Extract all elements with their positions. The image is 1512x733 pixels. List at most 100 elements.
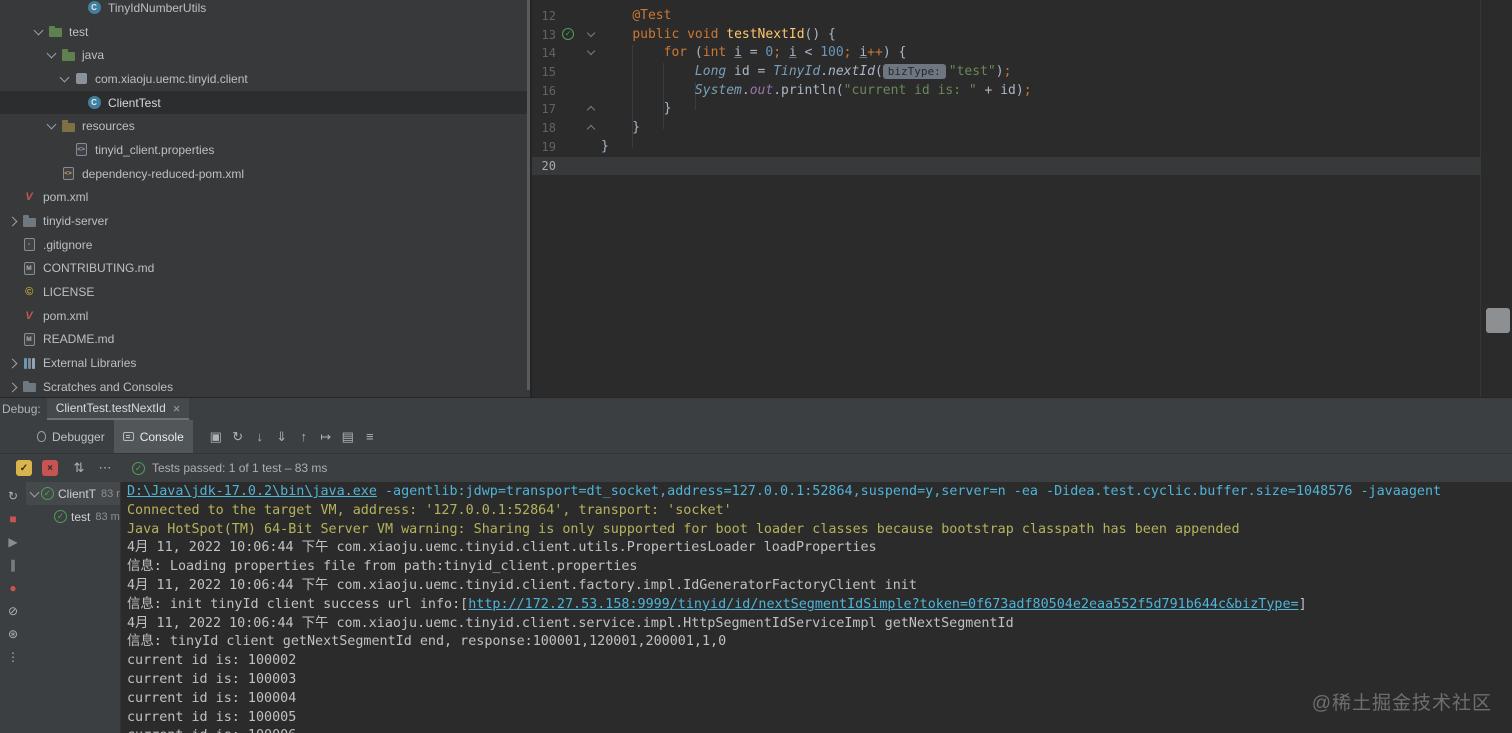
chevron-down-icon[interactable] [45, 48, 59, 62]
test-result-test[interactable]: ✓ test 83 ms [26, 505, 120, 528]
scroll-up-icon[interactable]: ↑ [293, 429, 315, 444]
fold-up-icon[interactable] [586, 104, 596, 114]
tree-item-tinyidnumberutils[interactable]: C TinyIdNumberUtils [0, 0, 530, 20]
stop-icon[interactable]: ■ [9, 509, 16, 532]
view-breakpoints-icon[interactable]: ● [9, 578, 16, 601]
chevron-right-icon[interactable] [6, 214, 20, 228]
test-result-clientt[interactable]: ✓ ClientT 83 ms [26, 482, 120, 505]
goto-icon[interactable]: ↦ [315, 429, 337, 445]
fold-down-icon[interactable] [586, 30, 596, 40]
show-passed-icon[interactable]: ✓ [16, 460, 32, 476]
tree-item-external-libraries[interactable]: External Libraries [0, 351, 530, 375]
tree-item-pom-xml[interactable]: Vpom.xml [0, 186, 530, 210]
test-passed-icon: ✓ [54, 510, 67, 523]
editor-line-17[interactable]: 17 } [532, 100, 1512, 119]
console-text: 4月 11, 2022 10:06:44 下午 com.xiaoju.uemc.… [127, 615, 1014, 631]
tree-item-dependency-reduced-pom-xml[interactable]: <> dependency-reduced-pom.xml [0, 162, 530, 186]
mute-breakpoints-icon[interactable]: ⊘ [8, 601, 18, 624]
code-text: System.out.println("current id is: " + i… [694, 82, 1032, 98]
console-line: 4月 11, 2022 10:06:44 下午 com.xiaoju.uemc.… [127, 539, 1512, 558]
chevron-down-icon[interactable] [58, 72, 72, 86]
editor-line-20[interactable]: 20 [532, 156, 1481, 176]
project-scrollbar[interactable] [527, 0, 530, 390]
pin-icon[interactable]: ⋮ [7, 647, 19, 670]
editor-lines: 12 @Test 13 ✓ public void testNextId() {14… [532, 7, 1512, 176]
console-line: Java HotSpot(TM) 64-Bit Server VM warnin… [127, 521, 1512, 540]
folder-source-icon [59, 47, 77, 63]
line-number: 12 [541, 9, 556, 23]
tree-item-label: pom.xml [43, 190, 89, 205]
tree-item-clienttest[interactable]: C ClientTest [0, 90, 530, 115]
console-text: current id is: 100004 [127, 690, 297, 706]
scroll-down-icon[interactable]: ↓ [249, 429, 271, 444]
soft-wrap-icon[interactable]: ▣ [205, 429, 227, 445]
resume-icon[interactable]: ▶ [8, 532, 17, 555]
pause-icon[interactable]: ∥ [10, 555, 16, 578]
chevron-down-icon[interactable] [28, 487, 41, 501]
editor-line-15[interactable]: 15 Long id = TinyId.nextId(bizType: "test… [532, 63, 1512, 82]
gutter-marks [556, 100, 601, 119]
tree-item-com-xiaoju-uemc-tinyid-client[interactable]: com.xiaoju.uemc.tinyid.client [0, 67, 530, 91]
tree-item-pom-xml[interactable]: Vpom.xml [0, 304, 530, 328]
chevron-down-icon[interactable] [32, 25, 46, 39]
chevron-down-icon[interactable] [45, 119, 59, 133]
test-passed-gutter-icon[interactable]: ✓ [562, 28, 574, 41]
tree-item-label: .gitignore [43, 237, 93, 252]
debug-window-label: Debug: [2, 402, 41, 416]
tree-item-scratches-and-consoles[interactable]: Scratches and Consoles [0, 375, 530, 397]
editor-line-13[interactable]: 13 ✓ public void testNextId() { [532, 26, 1512, 45]
editor-line-19[interactable]: 19} [532, 138, 1512, 157]
editor-line-18[interactable]: 18 } [532, 119, 1512, 138]
code-text: } [601, 101, 672, 117]
fold-down-icon[interactable] [586, 48, 596, 58]
tree-item-resources[interactable]: resources [0, 114, 530, 138]
tree-item-tinyid-client-properties[interactable]: <> tinyid_client.properties [0, 138, 530, 162]
scroll-to-end-icon[interactable]: ⇓ [271, 429, 293, 445]
editor-panel[interactable]: 12 @Test 13 ✓ public void testNextId() {14… [532, 0, 1512, 397]
line-number: 20 [541, 158, 556, 173]
rerun-icon[interactable]: ↻ [227, 429, 249, 445]
tree-item-label: tinyid-server [43, 214, 109, 229]
tree-item-test[interactable]: test [0, 20, 530, 44]
fold-up-icon[interactable] [586, 123, 596, 133]
console-link[interactable]: http://172.27.53.158:9999/tinyid/id/next… [468, 597, 1298, 612]
editor-scrollbar-thumb[interactable] [1486, 308, 1510, 333]
sort-alphabetically-icon[interactable]: ⇅ [68, 460, 90, 476]
debug-session-tab[interactable]: ClientTest.testNextId × [46, 398, 190, 420]
console-line: 信息: tinyId client getNextSegmentId end, … [127, 633, 1512, 652]
console-text: ] [1298, 596, 1307, 612]
show-failed-icon[interactable]: × [42, 460, 58, 476]
tree-item-label: External Libraries [43, 356, 137, 371]
project-tree: C TinyIdNumberUtils test java com.xiaoju.uem… [0, 0, 530, 397]
tree-item-gitignore[interactable]: • .gitignore [0, 233, 530, 257]
debug-tool-window: Debug: ClientTest.testNextId × Debugger C… [0, 397, 1512, 733]
editor-line-16[interactable]: 16 System.out.println("current id is: " … [532, 82, 1512, 101]
tree-item-tinyid-server[interactable]: tinyid-server [0, 209, 530, 233]
console-output[interactable]: D:\Java\jdk-17.0.2\bin\java.exe -agentli… [120, 482, 1512, 733]
view-options-icon[interactable]: ≡ [359, 429, 381, 444]
tree-item-contributing-md[interactable]: M CONTRIBUTING.md [0, 257, 530, 281]
parameter-hint-chip[interactable]: bizType: [882, 64, 946, 80]
console-link[interactable]: D:\Java\jdk-17.0.2\bin\java.exe [127, 484, 377, 499]
tab-console[interactable]: Console [113, 420, 193, 453]
tab-debugger[interactable]: Debugger [28, 420, 114, 453]
settings-icon[interactable]: ⊛ [8, 624, 18, 647]
editor-line-12[interactable]: 12 @Test [532, 7, 1512, 26]
chevron-right-icon[interactable] [6, 380, 20, 394]
more-options-icon[interactable]: ⋯ [94, 460, 116, 476]
tree-item-label: com.xiaoju.uemc.tinyid.client [95, 71, 248, 86]
chevron-right-icon[interactable] [6, 356, 20, 370]
debug-header-row: Debug: ClientTest.testNextId × [0, 398, 1512, 420]
close-icon[interactable]: × [173, 401, 181, 416]
tree-item-java[interactable]: java [0, 43, 530, 67]
tree-item-license[interactable]: © LICENSE [0, 280, 530, 304]
tree-item-readme-md[interactable]: M README.md [0, 328, 530, 352]
editor-line-14[interactable]: 14 for (int i = 0; i < 100; i++) { [532, 44, 1512, 63]
layout-icon[interactable]: ▤ [337, 429, 359, 445]
rerun-debug-icon[interactable]: ↻ [8, 486, 18, 509]
code-text: Long id = TinyId.nextId(bizType: "test"); [694, 64, 1012, 80]
